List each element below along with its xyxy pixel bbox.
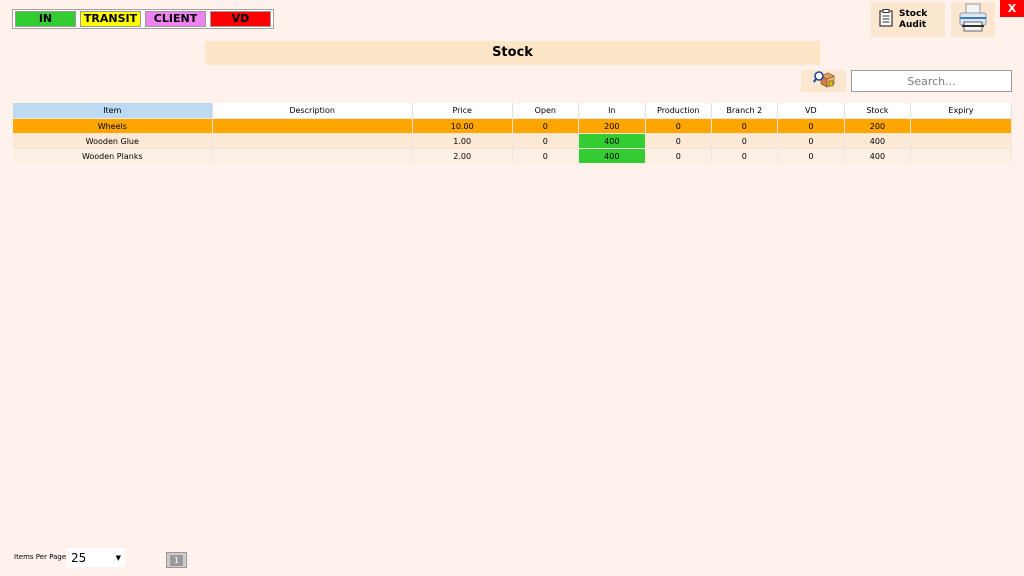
cell-vd[interactable]: 0 bbox=[777, 118, 845, 134]
cell-in[interactable]: 200 bbox=[578, 118, 646, 134]
cell-expiry[interactable] bbox=[910, 148, 1013, 163]
close-button[interactable]: X bbox=[1000, 0, 1024, 17]
table-row[interactable]: Wooden Planks 2.00 0 400 0 0 0 400 bbox=[13, 148, 1013, 163]
cell-item[interactable]: Wooden Planks bbox=[13, 148, 213, 163]
stock-audit-label-2: Audit bbox=[899, 19, 927, 30]
column-header-price[interactable]: Price bbox=[412, 103, 513, 119]
cell-production[interactable]: 0 bbox=[645, 148, 712, 163]
page-button[interactable]: 1 bbox=[166, 552, 187, 568]
print-button[interactable] bbox=[951, 2, 995, 37]
clipboard-icon bbox=[879, 8, 893, 31]
cell-in[interactable]: 400 bbox=[578, 148, 646, 163]
cell-production[interactable]: 0 bbox=[645, 133, 712, 149]
cell-open[interactable]: 0 bbox=[512, 133, 579, 149]
cell-expiry[interactable] bbox=[910, 118, 1013, 134]
cell-stock[interactable]: 400 bbox=[844, 133, 911, 149]
table-row[interactable]: Wooden Glue 1.00 0 400 0 0 0 400 bbox=[13, 133, 1013, 149]
items-per-page-select[interactable]: 25 ▼ bbox=[67, 548, 125, 567]
items-per-page-value: 25 bbox=[71, 550, 87, 565]
cell-branch-2[interactable]: 0 bbox=[711, 148, 778, 163]
legend-transit: TRANSIT bbox=[80, 11, 141, 27]
cell-open[interactable]: 0 bbox=[512, 148, 579, 163]
cell-price[interactable]: 10.00 bbox=[412, 118, 513, 134]
column-header-branch-2[interactable]: Branch 2 bbox=[711, 103, 778, 119]
status-legend: IN TRANSIT CLIENT VD bbox=[12, 9, 274, 29]
cell-description[interactable] bbox=[212, 118, 413, 134]
stock-table: Item Description Price Open In Productio… bbox=[13, 103, 1013, 163]
table-header: Item Description Price Open In Productio… bbox=[13, 103, 1013, 119]
cell-description[interactable] bbox=[212, 133, 413, 149]
legend-client: CLIENT bbox=[145, 11, 206, 27]
cell-branch-2[interactable]: 0 bbox=[711, 118, 778, 134]
cell-item[interactable]: Wooden Glue bbox=[13, 133, 213, 149]
cell-expiry[interactable] bbox=[910, 133, 1013, 149]
cell-in[interactable]: 400 bbox=[578, 133, 646, 149]
legend-vd: VD bbox=[210, 11, 271, 27]
cell-production[interactable]: 0 bbox=[645, 118, 712, 134]
stock-audit-label-1: Stock bbox=[899, 8, 928, 19]
dropdown-arrow-icon[interactable]: ▼ bbox=[116, 554, 121, 562]
table-row[interactable]: Wheels 10.00 0 200 0 0 0 200 bbox=[13, 118, 1013, 134]
column-header-production[interactable]: Production bbox=[645, 103, 712, 119]
column-header-description[interactable]: Description bbox=[212, 103, 413, 119]
page-title: Stock bbox=[205, 41, 820, 65]
box-search-icon bbox=[812, 70, 835, 92]
find-item-button[interactable] bbox=[801, 70, 846, 92]
column-header-vd[interactable]: VD bbox=[777, 103, 845, 119]
printer-icon bbox=[957, 2, 989, 38]
cell-description[interactable] bbox=[212, 148, 413, 163]
column-header-open[interactable]: Open bbox=[512, 103, 579, 119]
stock-audit-button[interactable]: Stock Audit bbox=[871, 2, 945, 37]
cell-price[interactable]: 1.00 bbox=[412, 133, 513, 149]
cell-stock[interactable]: 200 bbox=[844, 118, 911, 134]
cell-vd[interactable]: 0 bbox=[777, 148, 845, 163]
column-header-item[interactable]: Item bbox=[13, 103, 213, 119]
cell-item[interactable]: Wheels bbox=[13, 118, 213, 134]
cell-price[interactable]: 2.00 bbox=[412, 148, 513, 163]
legend-in: IN bbox=[15, 11, 76, 27]
page-number: 1 bbox=[170, 554, 183, 566]
items-per-page-label: Items Per Page bbox=[14, 553, 67, 561]
cell-vd[interactable]: 0 bbox=[777, 133, 845, 149]
column-header-in[interactable]: In bbox=[578, 103, 646, 119]
column-header-stock[interactable]: Stock bbox=[844, 103, 911, 119]
cell-branch-2[interactable]: 0 bbox=[711, 133, 778, 149]
search-input[interactable] bbox=[851, 70, 1012, 92]
cell-open[interactable]: 0 bbox=[512, 118, 579, 134]
cell-stock[interactable]: 400 bbox=[844, 148, 911, 163]
column-header-expiry[interactable]: Expiry bbox=[910, 103, 1013, 119]
